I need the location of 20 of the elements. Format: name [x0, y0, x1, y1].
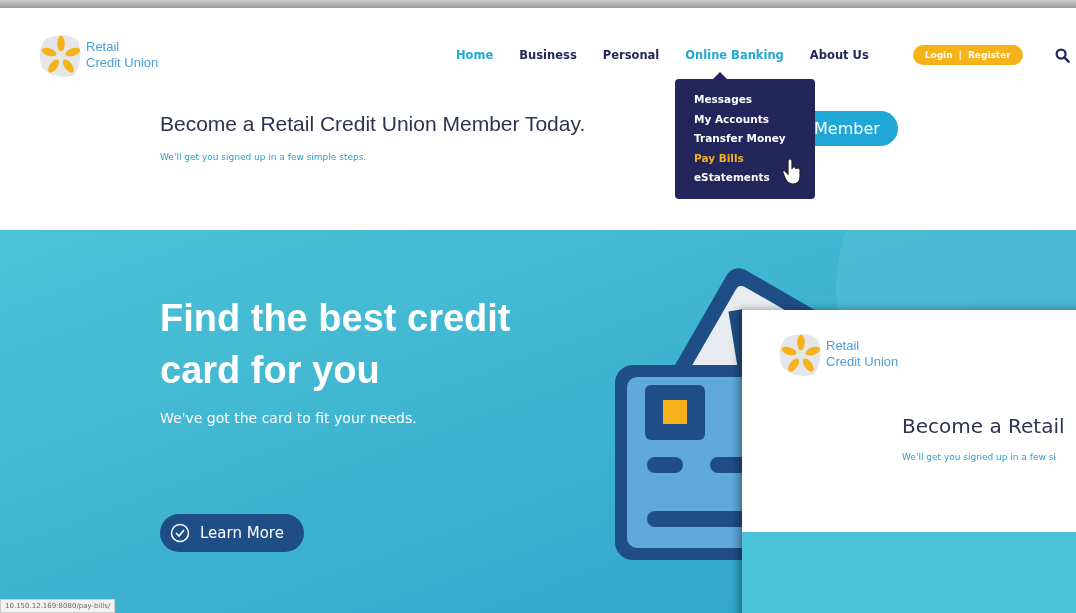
menu-item[interactable]: Messages: [694, 91, 815, 108]
learn-more-button[interactable]: Learn More: [160, 514, 304, 552]
nav-link[interactable]: Personal: [602, 48, 660, 62]
hero-subtitle: We've got the card to fit your needs.: [160, 410, 418, 426]
check-circle-icon: [170, 523, 190, 543]
nav-link[interactable]: About Us: [809, 48, 869, 62]
hand-cursor-icon: [782, 159, 802, 185]
banner-title: Become a Retail Credit Union Member Today.: [160, 112, 587, 136]
logo-text: Retail: [826, 338, 861, 354]
search-icon[interactable]: [1054, 47, 1070, 63]
logo-text: Credit Union: [826, 354, 899, 370]
hero-title: Find the best credit card for you: [160, 296, 512, 393]
preview-title: Become a Retail: [902, 414, 1066, 438]
logo-text: Credit Union: [86, 55, 159, 71]
menu-item[interactable]: eStatements: [694, 169, 815, 186]
preview-subtitle: We'll get you signed up in a few si: [902, 452, 1057, 462]
banner-subtitle: We'll get you signed up in a few simple steps.: [160, 152, 368, 162]
logo-text: Retail: [86, 39, 121, 55]
nav-link[interactable]: Business: [519, 48, 577, 62]
menu-item[interactable]: Pay Bills: [694, 149, 815, 166]
